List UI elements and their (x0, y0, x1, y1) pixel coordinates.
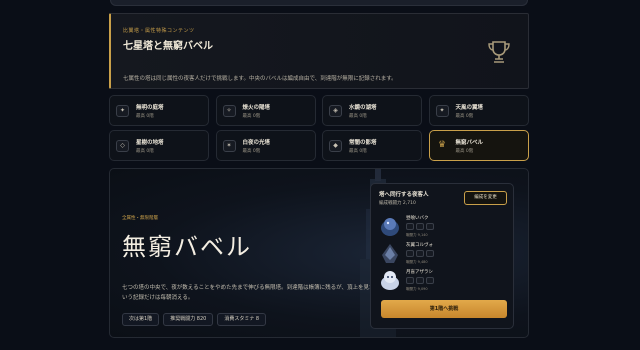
member-name: 灰翼コルヴォ (406, 243, 433, 248)
stamina-cost-chip: 消費スタミナ 8 (217, 313, 267, 326)
tower-grid: ✦ 無明の庭塔 最高 0階 ✧ 燎火の陽塔 最高 0階 ◈ 水鏡の湖塔 最高 0… (109, 95, 529, 161)
member-power: 戦闘力 9,140 (406, 233, 428, 237)
tower-icon: ◇ (116, 140, 129, 152)
tower-icon: ◈ (329, 105, 342, 117)
tower-icon: ✧ (222, 105, 236, 117)
tower-floor: 最高 0階 (242, 114, 261, 119)
tower-name: 星樹の地塔 (136, 140, 164, 146)
party-member[interactable]: 灰翼コルヴォ 戦闘力 9,480 (379, 241, 449, 267)
babel-title: 無窮バベル (122, 233, 252, 261)
party-member[interactable]: 昼喰いバク 戦闘力 9,140 (379, 214, 449, 240)
member-icons (406, 223, 434, 230)
tower-card[interactable]: ✧ 燎火の陽塔 最高 0階 (215, 95, 316, 126)
tower-card[interactable]: ✶ 白夜の光塔 最高 0階 (215, 130, 316, 161)
tower-floor: 最高 0階 (455, 149, 474, 154)
tower-card[interactable]: ✦ 天風の翼塔 最高 0階 (428, 95, 529, 126)
tower-name: 天風の翼塔 (455, 105, 484, 111)
tower-name: 常闇の影塔 (349, 140, 377, 146)
tower-card[interactable]: ✦ 無明の庭塔 最高 0階 (109, 95, 209, 126)
member-power: 戦闘力 9,090 (406, 287, 428, 291)
trophy-icon: ♛ (437, 140, 447, 150)
member-portrait (381, 271, 399, 290)
babel-kicker: 全属性・無限階層 (122, 216, 158, 221)
tower-icon: ◆ (329, 140, 342, 152)
tower-floor: 最高 0階 (455, 114, 474, 119)
tower-name: 無明の庭塔 (136, 105, 164, 111)
tower-floor: 最高 0階 (136, 114, 154, 119)
tower-icon: ✦ (116, 105, 129, 117)
tower-floor: 最高 0階 (242, 149, 261, 154)
party-title: 塔へ同行する夜客人 (379, 192, 429, 198)
header-description: 七属性の塔は同じ属性の夜客人だけで挑戦します。中央のバベルは編成自由で、到達階が… (123, 76, 397, 82)
member-name: 昼喰いバク (406, 216, 429, 221)
party-member[interactable]: 月盲アザラシ 戦闘力 9,090 (379, 268, 449, 294)
member-power: 戦闘力 9,480 (406, 260, 428, 264)
tower-card[interactable]: ◈ 水鏡の湖塔 最高 0階 (322, 95, 422, 126)
party-panel: 塔へ同行する夜客人 編成戦闘力 2,710 編成を変更 昼喰いバク 戦闘力 9,… (370, 183, 514, 329)
member-name: 月盲アザラシ (406, 270, 433, 275)
header-card: 比翼塔・属性特殊コンテンツ 七星塔と無窮バベル 七属性の塔は同じ属性の夜客人だけ… (109, 13, 529, 89)
tower-floor: 最高 0階 (349, 149, 367, 154)
tower-floor: 最高 0階 (349, 114, 367, 119)
tower-floor: 最高 0階 (136, 149, 154, 154)
recommended-power-chip: 推奨戦闘力 820 (163, 313, 214, 326)
info-chips: 次は第1階 推奨戦闘力 820 消費スタミナ 8 (122, 313, 267, 326)
tower-card[interactable]: ◇ 星樹の地塔 最高 0階 (109, 130, 209, 161)
header-kicker: 比翼塔・属性特殊コンテンツ (123, 28, 195, 34)
trophy-icon (488, 41, 510, 63)
tower-name: 白夜の光塔 (242, 140, 271, 146)
tower-card[interactable]: ◆ 常闇の影塔 最高 0階 (322, 130, 422, 161)
member-portrait (381, 218, 399, 236)
top-bar (110, 0, 528, 6)
babel-description: 七つの塔の中央で、夜が数えることをやめた先まで伸びる無限塔。到達階は帳簿に残るが… (122, 285, 381, 301)
tower-icon: ✶ (222, 140, 236, 152)
tower-name: 無窮バベル (455, 140, 484, 146)
member-icons (406, 277, 434, 284)
page-title: 七星塔と無窮バベル (123, 41, 213, 52)
member-portrait (382, 244, 398, 263)
challenge-button[interactable]: 第1階へ挑戦 (381, 300, 507, 318)
edit-party-button[interactable]: 編成を変更 (464, 191, 507, 205)
member-icons (406, 250, 434, 257)
tower-icon: ✦ (435, 105, 449, 117)
tower-card-selected[interactable]: ♛ 無窮バベル 最高 0階 (428, 130, 529, 161)
next-floor-chip: 次は第1階 (122, 313, 160, 326)
tower-name: 水鏡の湖塔 (349, 105, 377, 111)
tower-name: 燎火の陽塔 (242, 105, 271, 111)
party-power: 編成戦闘力 2,710 (379, 201, 416, 206)
